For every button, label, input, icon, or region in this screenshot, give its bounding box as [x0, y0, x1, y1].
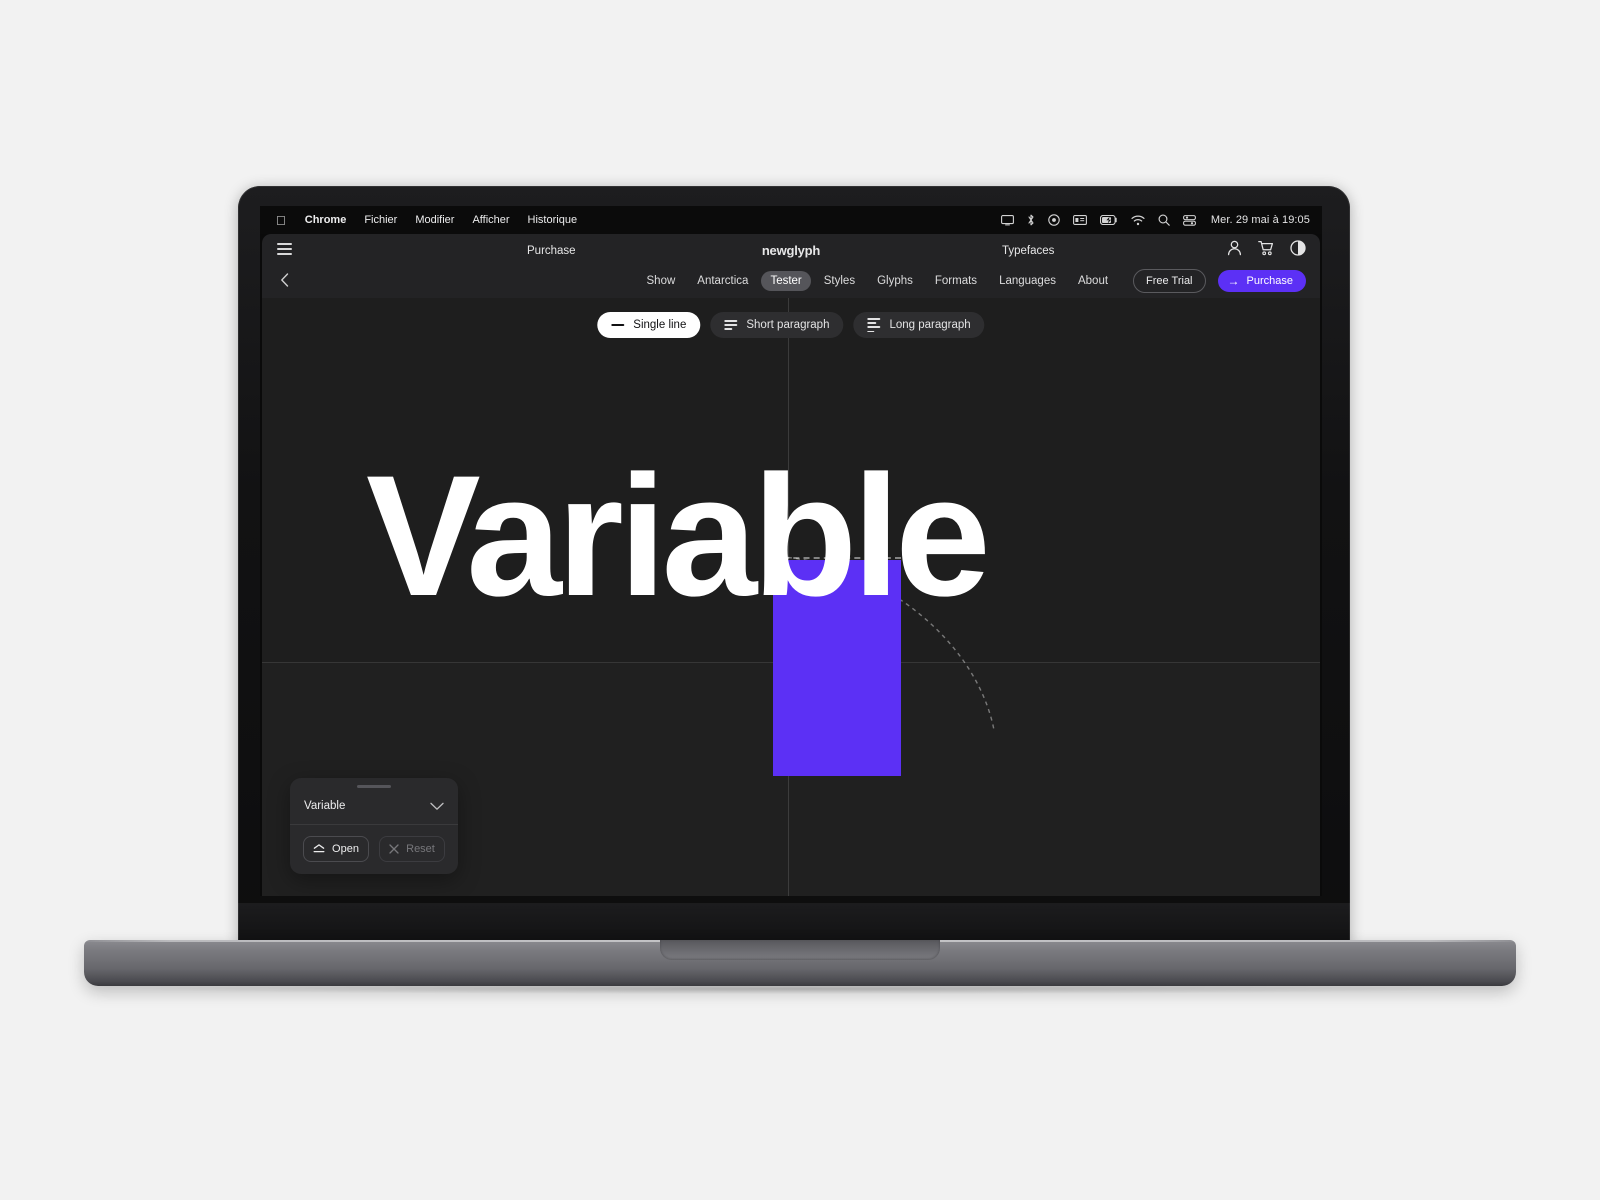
tester-mode-switcher: Single line Short paragraph Long paragra… — [597, 312, 985, 339]
browser-window: Purchase newglyph Typefaces Show Antarct… — [262, 234, 1320, 896]
typeface-subnav: Show Antarctica Tester Styles Glyphs For… — [262, 269, 1320, 293]
subnav-item-show[interactable]: Show — [638, 271, 685, 291]
apple-logo-icon[interactable]:  — [272, 214, 296, 227]
subnav-item-formats[interactable]: Formats — [926, 271, 986, 291]
subnav-item-styles[interactable]: Styles — [815, 271, 864, 291]
spotlight-search-icon[interactable] — [1158, 214, 1170, 226]
tester-canvas[interactable]: Single line Short paragraph Long paragra… — [262, 298, 1320, 896]
site-brand-logo[interactable]: newglyph — [762, 243, 821, 258]
reset-button-label: Reset — [406, 843, 435, 855]
subnav-item-languages[interactable]: Languages — [990, 271, 1065, 291]
header-icon-group — [1227, 240, 1306, 256]
menubar-app-menus:  Chrome Fichier Modifier Afficher Histo… — [272, 214, 586, 227]
purchase-button-label: Purchase — [1246, 275, 1293, 287]
screenshot-stage:  Chrome Fichier Modifier Afficher Histo… — [0, 0, 1600, 1200]
expand-open-icon — [313, 843, 325, 855]
open-button-label: Open — [332, 843, 359, 855]
macos-menubar:  Chrome Fichier Modifier Afficher Histo… — [260, 206, 1322, 234]
wifi-icon[interactable] — [1131, 215, 1145, 226]
header-bottom-row: Show Antarctica Tester Styles Glyphs For… — [262, 267, 1320, 298]
menu-item-afficher[interactable]: Afficher — [463, 214, 518, 226]
bluetooth-icon[interactable] — [1027, 214, 1035, 226]
control-center-record-icon[interactable] — [1048, 214, 1060, 226]
menu-item-historique[interactable]: Historique — [519, 214, 587, 226]
menu-item-modifier[interactable]: Modifier — [406, 214, 463, 226]
short-paragraph-icon — [724, 320, 738, 331]
shopping-cart-icon[interactable] — [1258, 240, 1274, 256]
subnav-item-glyphs[interactable]: Glyphs — [868, 271, 922, 291]
screen-mirroring-icon[interactable] — [1000, 214, 1014, 226]
battery-widget-icon[interactable] — [1072, 215, 1087, 225]
selection-dashed-edge — [773, 557, 901, 559]
user-account-icon[interactable] — [1227, 240, 1242, 256]
subnav-item-tester[interactable]: Tester — [761, 271, 811, 291]
header-typefaces-label[interactable]: Typefaces — [1002, 245, 1054, 257]
chevron-down-icon[interactable] — [430, 802, 444, 811]
subnav-item-antarctica[interactable]: Antarctica — [688, 271, 757, 291]
variable-axes-panel[interactable]: Variable Open Reset — [290, 778, 458, 874]
panel-title-label: Variable — [304, 800, 346, 812]
single-line-icon — [611, 324, 625, 326]
header-top-row: Purchase newglyph Typefaces — [262, 234, 1320, 267]
type-tester-sample-text[interactable]: Variable — [366, 450, 991, 622]
menu-item-fichier[interactable]: Fichier — [355, 214, 406, 226]
mode-single-line[interactable]: Single line — [597, 312, 701, 339]
menubar-status-items: Mer. 29 mai à 19:05 — [1000, 214, 1310, 226]
arrow-right-icon: → — [1227, 274, 1240, 288]
close-x-icon — [389, 844, 399, 854]
purchase-button[interactable]: → Purchase — [1217, 270, 1306, 292]
laptop-screen:  Chrome Fichier Modifier Afficher Histo… — [260, 206, 1322, 896]
laptop-base — [84, 940, 1516, 986]
reset-button[interactable]: Reset — [379, 836, 445, 862]
mode-short-paragraph[interactable]: Short paragraph — [710, 312, 844, 339]
control-center-icon[interactable] — [1182, 214, 1196, 226]
mode-short-paragraph-label: Short paragraph — [746, 319, 830, 332]
base-finger-notch — [660, 940, 940, 960]
free-trial-button[interactable]: Free Trial — [1133, 269, 1206, 293]
panel-actions: Open Reset — [290, 825, 458, 874]
panel-header[interactable]: Variable — [290, 788, 458, 825]
menu-item-chrome[interactable]: Chrome — [296, 214, 356, 226]
header-purchase-label[interactable]: Purchase — [527, 245, 576, 257]
mode-single-line-label: Single line — [633, 319, 687, 332]
long-paragraph-icon — [867, 318, 881, 333]
open-button[interactable]: Open — [303, 836, 369, 862]
mode-long-paragraph[interactable]: Long paragraph — [853, 312, 985, 339]
hamburger-menu-icon[interactable] — [277, 243, 292, 255]
battery-charging-icon[interactable] — [1099, 215, 1118, 225]
site-header: Purchase newglyph Typefaces Show Antarct… — [262, 234, 1320, 298]
mode-long-paragraph-label: Long paragraph — [889, 319, 971, 332]
subnav-item-about[interactable]: About — [1069, 271, 1117, 291]
contrast-theme-icon[interactable] — [1290, 240, 1306, 256]
menubar-clock[interactable]: Mer. 29 mai à 19:05 — [1209, 214, 1310, 226]
